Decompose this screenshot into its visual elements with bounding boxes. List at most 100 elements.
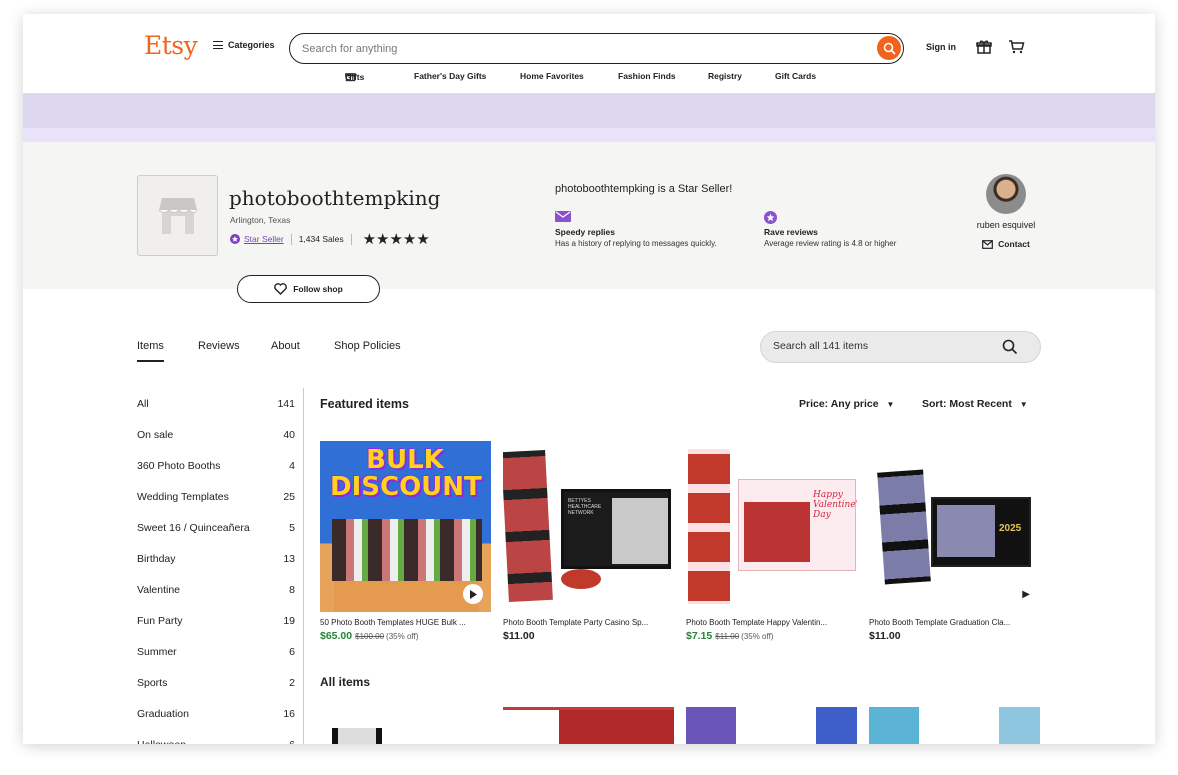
sort-label: Sort: Most Recent [922, 398, 1012, 410]
avatar[interactable] [986, 174, 1026, 214]
perk-title: Rave reviews [764, 227, 818, 237]
owner-name: ruben esquivel [976, 220, 1036, 230]
sidebar-item[interactable]: Summer 6 [137, 646, 295, 658]
star-badge-icon [764, 211, 777, 224]
mail-icon [982, 239, 994, 249]
listing-title[interactable]: 50 Photo Booth Templates HUGE Bulk ... [320, 618, 491, 627]
sidebar-item[interactable]: Valentine 8 [137, 584, 295, 596]
listing-price: $11.00 [503, 630, 535, 642]
sidebar-item-count: 2 [289, 677, 295, 689]
sidebar-item[interactable]: Wedding Templates 25 [137, 491, 295, 503]
featured-items-title: Featured items [320, 397, 409, 411]
gift-icon[interactable] [976, 39, 992, 60]
sidebar-item-label: 360 Photo Booths [137, 460, 221, 472]
listing-title[interactable]: Photo Booth Template Happy Valentin... [686, 618, 857, 627]
search-input[interactable] [302, 40, 862, 57]
sidebar-item[interactable]: Fun Party 19 [137, 615, 295, 627]
decoration [561, 569, 601, 589]
nav-gifts[interactable]: Gifts [345, 71, 364, 82]
listing-thumbnail[interactable] [686, 707, 857, 744]
follow-label: Follow shop [293, 284, 343, 294]
nav-home-favorites[interactable]: Home Favorites [520, 71, 584, 81]
sidebar-item-count: 16 [283, 708, 295, 720]
tab-about[interactable]: About [271, 340, 300, 352]
all-items-title: All items [320, 675, 371, 689]
price-filter-dropdown[interactable]: Price: Any price ▼ [799, 398, 894, 410]
photo-frame [937, 505, 995, 557]
perk-description: Has a history of replying to messages qu… [555, 239, 717, 248]
listing-card[interactable]: Happy Valentine's Day Photo Booth Templa… [686, 441, 857, 642]
sidebar-item[interactable]: Halloween 6 [137, 739, 295, 744]
sidebar-item-label: Wedding Templates [137, 491, 229, 503]
sidebar-item[interactable]: All 141 [137, 398, 295, 410]
sidebar-item-count: 141 [277, 398, 295, 410]
menu-icon [213, 41, 223, 49]
listing-image[interactable]: Happy Valentine's Day [686, 441, 857, 612]
listing-image[interactable]: 2025 ▶ [869, 441, 1040, 612]
play-video-button[interactable] [463, 584, 483, 604]
listing-image-text: BETTYES HEALTHCARE NETWORK [568, 498, 602, 516]
listing-image[interactable]: BULK DISCOUNT [320, 441, 491, 612]
follow-shop-button[interactable]: Follow shop [237, 275, 380, 303]
discount-label: (35% off) [386, 632, 419, 641]
price-filter-label: Price: Any price [799, 398, 879, 410]
listing-image-text: Happy Valentine's Day [813, 490, 857, 520]
nav-gift-cards[interactable]: Gift Cards [775, 71, 816, 81]
listing-thumbnail[interactable] [503, 707, 674, 744]
categories-button[interactable]: Categories [213, 40, 275, 50]
listing-title[interactable]: Photo Booth Template Party Casino Sp... [503, 618, 674, 627]
shop-location: Arlington, Texas [230, 215, 291, 225]
listing-image[interactable]: BETTYES HEALTHCARE NETWORK [503, 441, 674, 612]
nav-fashion-finds[interactable]: Fashion Finds [618, 71, 676, 81]
nav-fathers-day[interactable]: Father's Day Gifts [414, 71, 486, 81]
shop-name: photoboothtempking [229, 186, 441, 210]
contact-button[interactable]: Contact [968, 239, 1044, 249]
sign-in-link[interactable]: Sign in [926, 42, 956, 52]
heart-icon [274, 283, 288, 295]
listing-card[interactable]: BULK DISCOUNT 50 Photo Booth Templates H… [320, 441, 491, 642]
listing-card[interactable]: BETTYES HEALTHCARE NETWORK Photo Booth T… [503, 441, 674, 642]
sidebar-item[interactable]: Sweet 16 / Quinceañera 5 [137, 522, 295, 534]
sidebar-item-label: Sweet 16 / Quinceañera [137, 522, 250, 534]
sidebar-item-label: Summer [137, 646, 177, 658]
listing-title[interactable]: Photo Booth Template Graduation Cla... [869, 618, 1040, 627]
photo-card: BETTYES HEALTHCARE NETWORK [561, 489, 671, 569]
search-icon[interactable] [1002, 339, 1018, 355]
perk-description: Average review rating is 4.8 or higher [764, 239, 897, 248]
listing-price: $11.00 [869, 630, 901, 642]
box [334, 581, 479, 612]
tab-items[interactable]: Items [137, 340, 164, 362]
tab-reviews[interactable]: Reviews [198, 340, 240, 352]
divider [303, 388, 304, 744]
play-icon[interactable]: ▶ [1022, 589, 1030, 600]
top-header: Etsy Categories Sign in Gifts Father's D… [23, 14, 1155, 94]
listing-card[interactable]: 2025 ▶ Photo Booth Template Graduation C… [869, 441, 1040, 642]
nav-registry[interactable]: Registry [708, 71, 742, 81]
photo-frame [744, 502, 810, 562]
search-icon [883, 42, 896, 55]
listing-thumbnail[interactable] [869, 707, 1040, 744]
nav-gifts-label: Gifts [345, 71, 365, 82]
sale-price: $7.15 [686, 630, 713, 642]
listing-price: $65.00 $100.00 (35% off) [320, 630, 491, 642]
sidebar-item[interactable]: 360 Photo Booths 4 [137, 460, 295, 472]
original-price: $11.00 [715, 632, 740, 641]
sidebar-item[interactable]: Birthday 13 [137, 553, 295, 565]
sidebar-item-count: 13 [283, 553, 295, 565]
rating-stars[interactable]: ★★★★★ [363, 230, 430, 248]
original-price: $100.00 [355, 632, 385, 641]
search-button[interactable] [877, 36, 901, 60]
cart-icon[interactable] [1008, 39, 1025, 60]
tab-shop-policies[interactable]: Shop Policies [334, 340, 401, 352]
sidebar-item[interactable]: On sale 40 [137, 429, 295, 441]
sidebar-item[interactable]: Graduation 16 [137, 708, 295, 720]
shop-search-input[interactable] [773, 340, 993, 352]
photo-collage [332, 519, 482, 581]
star-seller-link[interactable]: Star Seller [244, 234, 284, 244]
sort-dropdown[interactable]: Sort: Most Recent ▼ [922, 398, 1028, 410]
sidebar-item[interactable]: Sports 2 [137, 677, 295, 689]
etsy-logo[interactable]: Etsy [144, 31, 198, 60]
star-seller-badge-icon [230, 234, 240, 244]
listing-thumbnail[interactable] [332, 728, 382, 744]
sidebar-item-count: 6 [289, 739, 295, 744]
